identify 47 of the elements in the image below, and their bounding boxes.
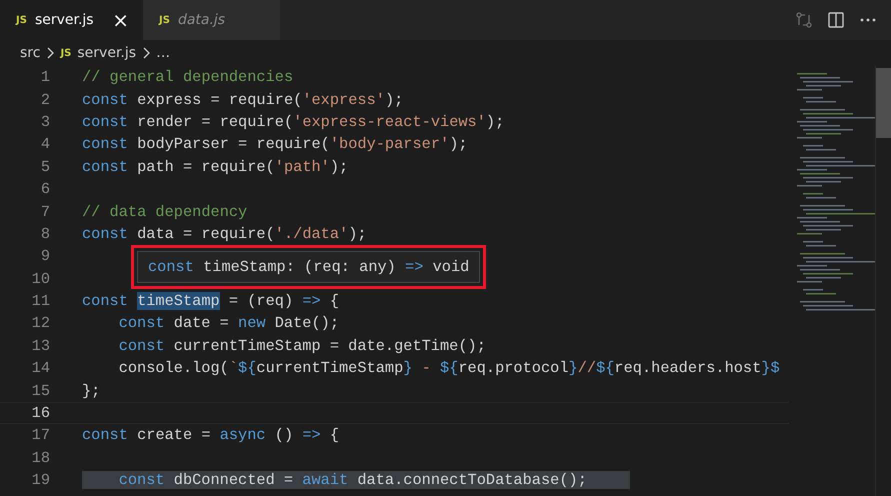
line-number: 18 xyxy=(30,448,50,467)
chevron-icon xyxy=(142,47,150,59)
code-line: const bodyParser = require('body-parser'); xyxy=(82,135,468,154)
line-number: 1 xyxy=(40,68,50,86)
code-line: const render = require('express-react-views'); xyxy=(82,112,504,131)
editor-tab[interactable]: JS server.js × xyxy=(0,0,143,40)
line-number: 4 xyxy=(40,135,50,154)
breadcrumb-item[interactable]: src xyxy=(20,45,40,61)
line-number: 9 xyxy=(40,247,50,266)
code-line: // data dependency xyxy=(82,202,248,221)
code-line: const data = require('./data'); xyxy=(82,224,367,243)
line-number: 13 xyxy=(30,336,50,355)
hover-tooltip: const timeStamp: (req: any) => void xyxy=(137,251,480,283)
code-line: const path = require('path'); xyxy=(82,158,348,176)
breadcrumb-item[interactable]: server.js xyxy=(77,45,136,61)
line-number: 6 xyxy=(40,180,50,198)
javascript-file-icon: JS xyxy=(159,14,170,26)
javascript-file-icon: JS xyxy=(16,14,27,26)
chevron-icon xyxy=(46,47,54,59)
line-number: 14 xyxy=(30,359,50,378)
close-icon[interactable]: × xyxy=(112,10,129,30)
split-editor-icon[interactable] xyxy=(827,11,845,29)
javascript-file-icon: JS xyxy=(60,48,72,58)
line-number: 8 xyxy=(40,224,50,243)
line-number: 7 xyxy=(40,202,50,221)
code-line: const date = new Date(); xyxy=(118,314,340,332)
breadcrumb-item[interactable]: … xyxy=(156,45,170,61)
line-number: 11 xyxy=(30,292,50,310)
line-number: 10 xyxy=(30,270,50,288)
code-line: }; xyxy=(82,382,100,400)
line-number: 2 xyxy=(40,90,50,109)
line-number: 19 xyxy=(30,471,50,490)
line-number: 12 xyxy=(30,314,50,332)
line-number: 15 xyxy=(30,382,50,400)
line-number: 5 xyxy=(40,158,50,176)
code-line: // general dependencies xyxy=(82,68,294,86)
code-line: console.log(`${currentTimeStamp} - ${req.protocol}//${req.headers.host}$ xyxy=(118,359,780,378)
code-line: const timeStamp = (req) => { xyxy=(82,292,340,310)
line-number: 3 xyxy=(40,112,50,131)
line-number: 16 xyxy=(30,404,50,422)
line-number: 17 xyxy=(30,426,50,444)
code-line: const currentTimeStamp = date.getTime(); xyxy=(118,336,486,355)
editor-tab[interactable]: JS data.js xyxy=(143,0,280,40)
scrollbar-thumb[interactable] xyxy=(876,68,891,138)
compare-changes-icon[interactable] xyxy=(795,11,813,29)
code-line: const create = async () => { xyxy=(82,426,340,444)
code-line: const express = require('express'); xyxy=(82,90,404,109)
